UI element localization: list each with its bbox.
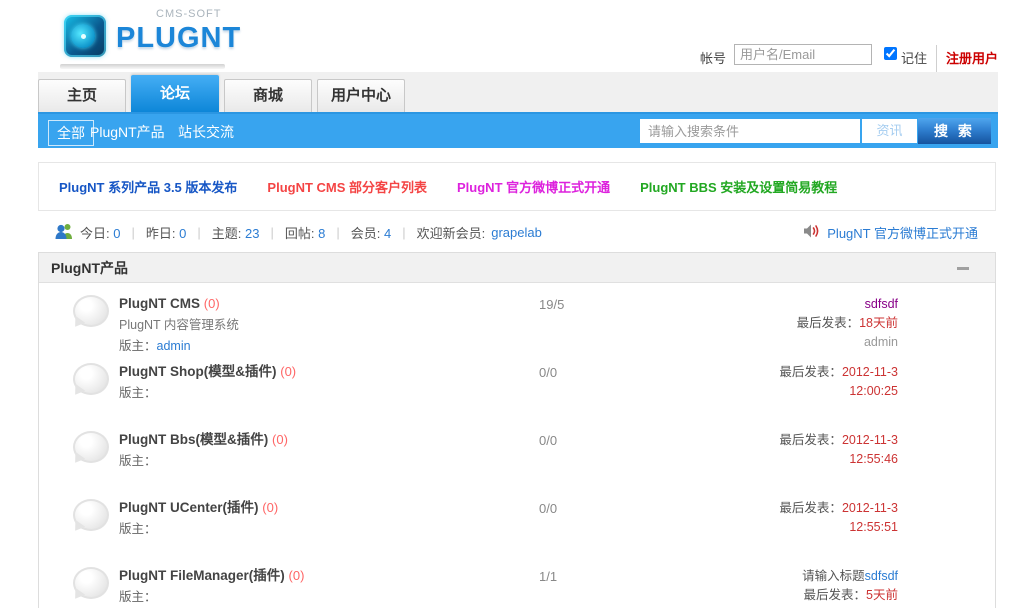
register-link[interactable]: 注册用户 bbox=[946, 48, 998, 67]
search-category-select[interactable]: 资讯 bbox=[862, 119, 917, 143]
tab-home[interactable]: 主页 bbox=[38, 79, 126, 112]
account-label: 帐号 bbox=[700, 48, 726, 67]
header: CMS-SOFT PLUGNT 帐号 记住 注册用户 密码 登录 其他登录 bbox=[38, 0, 998, 72]
forum-section-title: PlugNT产品 bbox=[39, 253, 995, 283]
announcement-link-release[interactable]: PlugNT 系列产品 3.5 版本发布 bbox=[59, 177, 237, 196]
moderator-label: 版主： bbox=[119, 590, 157, 604]
moderator-label: 版主： bbox=[119, 454, 157, 468]
notice-link[interactable]: PlugNT 官方微博正式开通 bbox=[827, 223, 978, 242]
announcement-box: PlugNT 系列产品 3.5 版本发布 PlugNT CMS 部分客户列表 P… bbox=[38, 162, 996, 211]
main-nav: 主页 论坛 商城 用户中心 bbox=[38, 72, 998, 112]
search-input[interactable] bbox=[640, 119, 860, 143]
announcement-speaker-icon bbox=[803, 224, 820, 241]
forum-description: PlugNT 内容管理系统 bbox=[119, 316, 239, 334]
forum-new-count: (0) bbox=[272, 432, 288, 447]
announcement-link-tutorial[interactable]: PlugNT BBS 安装及设置简易教程 bbox=[640, 177, 837, 196]
last-post-time2: 12:55:46 bbox=[849, 452, 898, 466]
last-post-time: 5天前 bbox=[866, 588, 898, 602]
last-post-label: 最后发表： bbox=[779, 365, 842, 379]
forum-bubble-icon bbox=[73, 499, 109, 531]
topic-reply-count: 0/0 bbox=[539, 433, 557, 448]
forum-section: PlugNT产品 PlugNT CMS (0) PlugNT 内容管理系统 版主… bbox=[38, 252, 996, 608]
collapse-icon[interactable] bbox=[957, 267, 969, 270]
remember-label: 记住 bbox=[901, 48, 927, 67]
last-post-time: 2012-11-3 bbox=[842, 501, 898, 515]
forum-bubble-icon bbox=[73, 431, 109, 463]
logo-shadow bbox=[60, 64, 225, 69]
forum-bubble-icon bbox=[73, 363, 109, 395]
forum-title-link[interactable]: PlugNT FileManager(插件) bbox=[119, 568, 285, 583]
subnav-item-products[interactable]: PlugNT产品 bbox=[90, 122, 165, 142]
remember-checkbox[interactable] bbox=[884, 47, 897, 60]
last-post-title-link[interactable]: sdfsdf bbox=[865, 297, 898, 311]
topic-reply-count: 19/5 bbox=[539, 297, 564, 312]
topic-reply-count: 0/0 bbox=[539, 501, 557, 516]
forum-title-link[interactable]: PlugNT Bbs(模型&插件) bbox=[119, 432, 268, 447]
last-post-block: 最后发表：2012-11-3 12:55:51 bbox=[779, 499, 898, 537]
last-post-label: 最后发表： bbox=[804, 588, 867, 602]
topic-reply-count: 1/1 bbox=[539, 569, 557, 584]
members-icon bbox=[54, 223, 74, 242]
announcement-link-clients[interactable]: PlugNT CMS 部分客户列表 bbox=[267, 177, 427, 196]
topic-reply-count: 0/0 bbox=[539, 365, 557, 380]
last-post-label: 最后发表： bbox=[779, 433, 842, 447]
tab-forum[interactable]: 论坛 bbox=[131, 75, 219, 112]
tab-mall[interactable]: 商城 bbox=[224, 79, 312, 112]
stat-topics: 主题: 23 bbox=[212, 223, 260, 242]
moderator-label: 版主： bbox=[119, 386, 157, 400]
welcome-label: 欢迎新会员: bbox=[417, 223, 486, 242]
forum-row: PlugNT CMS (0) PlugNT 内容管理系统 版主：admin 19… bbox=[39, 283, 995, 351]
subnav-item-webmaster[interactable]: 站长交流 bbox=[178, 122, 234, 142]
forum-row: PlugNT UCenter(插件) (0) 版主： 0/0 最后发表：2012… bbox=[39, 487, 995, 555]
last-post-time: 18天前 bbox=[859, 316, 898, 330]
last-post-time2: 12:00:25 bbox=[849, 384, 898, 398]
last-post-title-prefix: 请输入标题 bbox=[802, 569, 865, 583]
moderator-label: 版主： bbox=[119, 522, 157, 536]
tab-user-center[interactable]: 用户中心 bbox=[317, 79, 405, 112]
forum-title-link[interactable]: PlugNT UCenter(插件) bbox=[119, 500, 259, 515]
last-post-user: admin bbox=[864, 335, 898, 349]
last-post-block: 最后发表：2012-11-3 12:55:46 bbox=[779, 431, 898, 469]
last-post-time: 2012-11-3 bbox=[842, 433, 898, 447]
last-post-time2: 12:55:51 bbox=[849, 520, 898, 534]
welcome-user-link[interactable]: grapelab bbox=[491, 225, 542, 240]
stat-today: 今日: 0 bbox=[80, 223, 120, 242]
forum-new-count: (0) bbox=[204, 296, 220, 311]
last-post-label: 最后发表： bbox=[779, 501, 842, 515]
plugnt-logo-icon bbox=[64, 15, 106, 57]
forum-row: PlugNT Shop(模型&插件) (0) 版主： 0/0 最后发表：2012… bbox=[39, 351, 995, 419]
last-post-block: 最后发表：2012-11-3 12:00:25 bbox=[779, 363, 898, 401]
subnav-all[interactable]: 全部 bbox=[48, 120, 94, 146]
forum-new-count: (0) bbox=[289, 568, 305, 583]
last-post-block: 请输入标题sdfsdf 最后发表：5天前 admin bbox=[802, 567, 898, 608]
forum-new-count: (0) bbox=[262, 500, 278, 515]
last-post-label: 最后发表： bbox=[797, 316, 860, 330]
stat-yesterday: 昨日: 0 bbox=[146, 223, 186, 242]
forum-subnav-bar: 全部 PlugNT产品 站长交流 资讯 搜 索 bbox=[38, 112, 998, 148]
forum-bubble-icon bbox=[73, 567, 109, 599]
stats-bar: 今日: 0 | 昨日: 0 | 主题: 23 | 回帖: 8 | 会员: 4 |… bbox=[38, 220, 998, 246]
stat-replies: 回帖: 8 bbox=[285, 223, 325, 242]
forum-section-header: PlugNT产品 bbox=[39, 253, 995, 283]
forum-title-link[interactable]: PlugNT Shop(模型&插件) bbox=[119, 364, 276, 379]
logo-text: PLUGNT bbox=[116, 22, 241, 55]
forum-row: PlugNT Bbs(模型&插件) (0) 版主： 0/0 最后发表：2012-… bbox=[39, 419, 995, 487]
forum-new-count: (0) bbox=[280, 364, 296, 379]
stat-members: 会员: 4 bbox=[351, 223, 391, 242]
forum-row: PlugNT FileManager(插件) (0) 版主： 1/1 请输入标题… bbox=[39, 555, 995, 608]
page: CMS-SOFT PLUGNT 帐号 记住 注册用户 密码 登录 其他登录 主页… bbox=[0, 0, 1036, 608]
forum-bubble-icon bbox=[73, 295, 109, 327]
search-button[interactable]: 搜 索 bbox=[918, 118, 991, 144]
announcement-link-weibo[interactable]: PlugNT 官方微博正式开通 bbox=[457, 177, 610, 196]
last-post-title-link[interactable]: sdfsdf bbox=[865, 569, 898, 583]
last-post-time: 2012-11-3 bbox=[842, 365, 898, 379]
account-input[interactable] bbox=[734, 44, 872, 65]
logo-tagline: CMS-SOFT bbox=[156, 8, 221, 20]
last-post-block: sdfsdf 最后发表：18天前 admin bbox=[797, 295, 898, 352]
forum-title-link[interactable]: PlugNT CMS bbox=[119, 296, 200, 311]
